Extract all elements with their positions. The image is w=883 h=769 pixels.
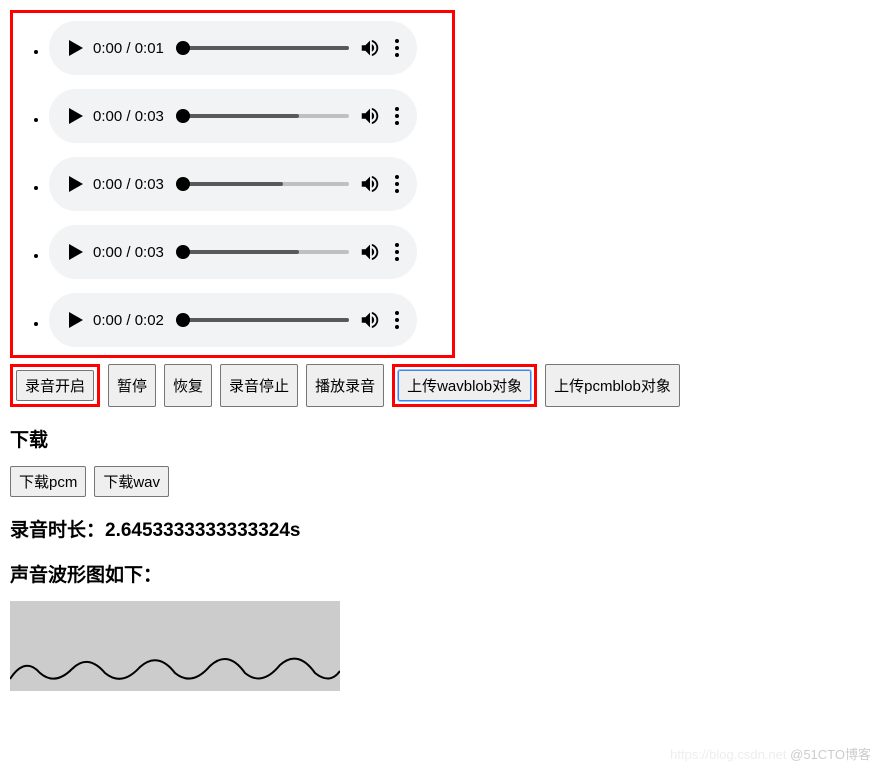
- record-start-button[interactable]: 录音开启: [16, 370, 94, 401]
- play-icon[interactable]: [69, 108, 83, 124]
- download-wav-button[interactable]: 下载wav: [94, 466, 169, 497]
- more-icon[interactable]: [391, 107, 403, 125]
- audio-player[interactable]: 0:00 / 0:03: [49, 89, 417, 143]
- upload-pcm-button[interactable]: 上传pcmblob对象: [545, 364, 680, 407]
- seek-bar[interactable]: [183, 250, 349, 254]
- record-stop-button[interactable]: 录音停止: [220, 364, 298, 407]
- highlight-record-start: 录音开启: [10, 364, 100, 407]
- volume-icon[interactable]: [359, 173, 381, 195]
- download-pcm-button[interactable]: 下载pcm: [10, 466, 86, 497]
- audio-list-item: 0:00 / 0:01: [49, 21, 446, 75]
- pause-button[interactable]: 暂停: [108, 364, 156, 407]
- play-icon[interactable]: [69, 176, 83, 192]
- play-icon[interactable]: [69, 312, 83, 328]
- volume-icon[interactable]: [359, 241, 381, 263]
- audio-list-item: 0:00 / 0:03: [49, 157, 446, 211]
- more-icon[interactable]: [391, 175, 403, 193]
- audio-list-item: 0:00 / 0:03: [49, 89, 446, 143]
- seek-bar[interactable]: [183, 114, 349, 118]
- play-record-button[interactable]: 播放录音: [306, 364, 384, 407]
- volume-icon[interactable]: [359, 309, 381, 331]
- audio-list-item: 0:00 / 0:03: [49, 225, 446, 279]
- audio-player[interactable]: 0:00 / 0:03: [49, 225, 417, 279]
- upload-wav-button[interactable]: 上传wavblob对象: [398, 370, 531, 401]
- volume-icon[interactable]: [359, 105, 381, 127]
- audio-player[interactable]: 0:00 / 0:01: [49, 21, 417, 75]
- download-button-row: 下载pcm 下载wav: [10, 466, 873, 497]
- watermark-text: @51CTO博客: [790, 747, 871, 762]
- volume-icon[interactable]: [359, 37, 381, 59]
- seek-bar[interactable]: [183, 318, 349, 322]
- audio-list-container: 0:00 / 0:01 0:00 / 0:03: [10, 10, 455, 358]
- time-display: 0:00 / 0:02: [93, 312, 173, 329]
- audio-list: 0:00 / 0:01 0:00 / 0:03: [19, 21, 446, 347]
- play-icon[interactable]: [69, 244, 83, 260]
- time-display: 0:00 / 0:03: [93, 244, 173, 261]
- more-icon[interactable]: [391, 39, 403, 57]
- waveform-canvas: [10, 601, 340, 691]
- play-icon[interactable]: [69, 40, 83, 56]
- waveform-svg: [10, 601, 340, 691]
- time-display: 0:00 / 0:01: [93, 40, 173, 57]
- download-heading: 下载: [10, 425, 873, 452]
- audio-player[interactable]: 0:00 / 0:02: [49, 293, 417, 347]
- highlight-upload-wav: 上传wavblob对象: [392, 364, 537, 407]
- seek-bar[interactable]: [183, 182, 349, 186]
- duration-heading: 录音时长：2.6453333333333324s: [10, 515, 873, 542]
- audio-player[interactable]: 0:00 / 0:03: [49, 157, 417, 211]
- watermark: https://blog.csdn.net @51CTO博客: [670, 744, 871, 763]
- seek-bar[interactable]: [183, 46, 349, 50]
- audio-list-item: 0:00 / 0:02: [49, 293, 446, 347]
- waveform-heading: 声音波形图如下：: [10, 560, 873, 587]
- main-button-row: 录音开启 暂停 恢复 录音停止 播放录音 上传wavblob对象 上传pcmbl…: [10, 364, 873, 407]
- duration-value: 2.6453333333333324s: [105, 520, 300, 541]
- watermark-url: https://blog.csdn.net: [670, 747, 786, 762]
- duration-label: 录音时长：: [10, 520, 105, 541]
- more-icon[interactable]: [391, 243, 403, 261]
- time-display: 0:00 / 0:03: [93, 176, 173, 193]
- resume-button[interactable]: 恢复: [164, 364, 212, 407]
- time-display: 0:00 / 0:03: [93, 108, 173, 125]
- more-icon[interactable]: [391, 311, 403, 329]
